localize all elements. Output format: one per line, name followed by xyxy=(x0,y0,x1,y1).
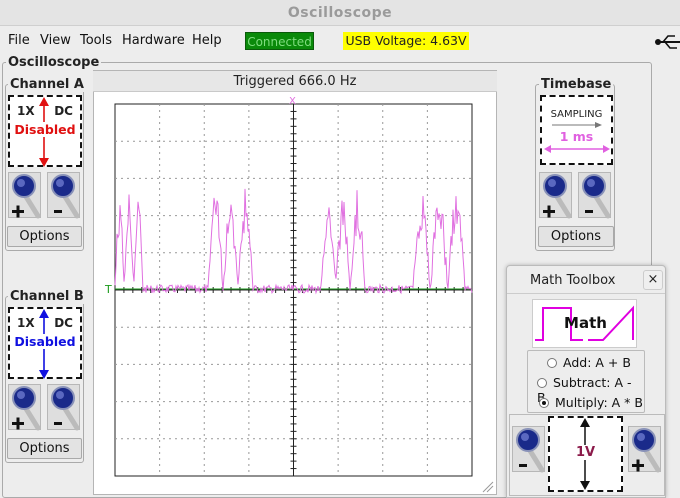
math-op-add[interactable]: Add: A + B xyxy=(547,355,631,370)
menu-file[interactable]: File xyxy=(8,33,30,48)
math-scale-box[interactable]: 1V xyxy=(548,416,623,492)
channel-a-coupling[interactable]: DC xyxy=(54,104,73,118)
timebase-span-arrow-icon xyxy=(544,145,610,153)
window-title-bar: Oscilloscope xyxy=(0,0,680,26)
channel-a-gain[interactable]: 1X xyxy=(17,104,35,118)
timebase-settings-box[interactable]: SAMPLING 1 ms xyxy=(540,95,613,165)
channel-b-title: Channel B xyxy=(8,289,86,304)
channel-a-settings-box[interactable]: 1X DC Disabled xyxy=(8,95,82,167)
channel-a-state: Disabled xyxy=(10,122,80,137)
sampling-arrow-icon xyxy=(552,122,602,128)
menu-hardware[interactable]: Hardware xyxy=(122,33,185,48)
radio-button[interactable] xyxy=(537,378,547,388)
zoom-in-icon xyxy=(632,428,661,473)
timebase-value: 1 ms xyxy=(559,129,594,144)
timebase-mode: SAMPLING xyxy=(550,109,603,120)
menu-help[interactable]: Help xyxy=(192,33,222,48)
math-op-multiply-label: Multiply: A * B xyxy=(555,395,643,410)
channel-b-settings-box[interactable]: 1X DC Disabled xyxy=(8,307,82,379)
channel-b-gain[interactable]: 1X xyxy=(17,316,35,330)
math-toolbox-window[interactable]: Math Toolbox × Math Add: A + B Subtract:… xyxy=(506,265,666,498)
radio-button[interactable] xyxy=(547,358,557,368)
math-scale-value: 1V xyxy=(550,445,621,460)
oscilloscope-group-title: Oscilloscope xyxy=(6,55,102,70)
zoom-in-icon xyxy=(12,174,41,219)
menu-bar: File View Tools Hardware Help Connected … xyxy=(0,28,680,54)
timebase-options-button[interactable]: Options xyxy=(538,226,614,247)
zoom-out-icon xyxy=(516,428,545,473)
zoom-in-icon xyxy=(12,386,41,431)
math-op-add-label: Add: A + B xyxy=(563,355,631,370)
trigger-marker[interactable]: T xyxy=(104,283,112,296)
channel-a-title: Channel A xyxy=(8,77,86,92)
math-toolbox-title: Math Toolbox xyxy=(530,273,616,288)
menu-view[interactable]: View xyxy=(40,33,71,48)
channel-b-zoom-in-button[interactable] xyxy=(8,384,41,431)
scope-plot[interactable]: T X xyxy=(93,92,497,495)
math-operation-group: Add: A + B Subtract: A - B Multiply: A *… xyxy=(527,350,645,413)
math-logo-text: Math xyxy=(564,314,607,332)
math-toolbox-titlebar[interactable]: Math Toolbox × xyxy=(507,266,665,294)
menu-tools[interactable]: Tools xyxy=(80,33,112,48)
math-zoom-in-button[interactable] xyxy=(628,426,661,473)
zoom-in-icon xyxy=(543,174,572,219)
usb-voltage-badge: USB Voltage: 4.63V xyxy=(343,32,469,50)
zoom-out-icon xyxy=(51,386,80,431)
connection-status-badge: Connected xyxy=(245,32,314,50)
channel-b-zoom-out-button[interactable] xyxy=(47,384,80,431)
window-title: Oscilloscope xyxy=(287,5,393,21)
timebase-zoom-in-button[interactable] xyxy=(539,172,572,219)
timebase-zoom-out-button[interactable] xyxy=(578,172,611,219)
math-logo: Math xyxy=(532,299,637,348)
math-op-multiply[interactable]: Multiply: A * B xyxy=(539,395,643,410)
resize-grip-icon[interactable] xyxy=(482,481,494,493)
radio-button-selected[interactable] xyxy=(539,398,549,408)
channel-b-state: Disabled xyxy=(10,334,80,349)
channel-b-coupling[interactable]: DC xyxy=(54,316,73,330)
zoom-out-icon xyxy=(51,174,80,219)
zoom-out-icon xyxy=(582,174,611,219)
cursor-x-marker[interactable]: X xyxy=(289,96,296,107)
channel-a-zoom-in-button[interactable] xyxy=(8,172,41,219)
channel-a-options-button[interactable]: Options xyxy=(7,226,82,247)
trigger-status-label: Triggered 666.0 Hz xyxy=(93,71,497,92)
channel-b-options-button[interactable]: Options xyxy=(7,438,82,459)
close-icon[interactable]: × xyxy=(643,270,663,290)
channel-a-zoom-out-button[interactable] xyxy=(47,172,80,219)
math-zoom-out-button[interactable] xyxy=(512,426,545,473)
usb-icon xyxy=(655,35,680,49)
timebase-title: Timebase xyxy=(539,77,614,92)
